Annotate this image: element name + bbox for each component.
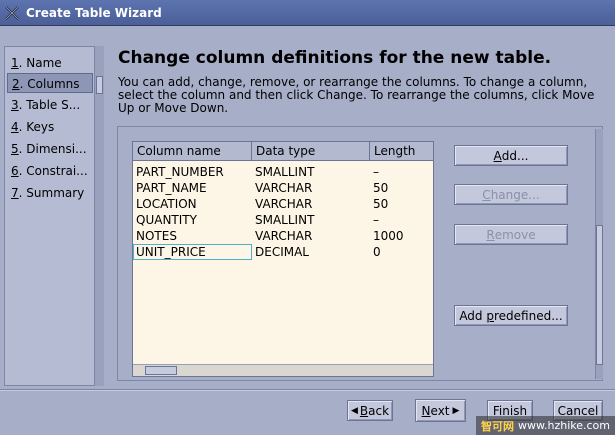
cell-data-type: VARCHAR <box>255 181 313 195</box>
cell-data-type: VARCHAR <box>255 197 313 211</box>
cell-data-type: DECIMAL <box>255 245 309 259</box>
cell-column-name: PART_NAME <box>136 181 207 195</box>
back-button[interactable]: ◀ Back <box>347 400 393 421</box>
column-header-name[interactable]: Column name <box>133 142 252 161</box>
table-header: Column name Data type Length <box>133 142 433 161</box>
page-description: You can add, change, remove, or rearrang… <box>118 75 595 115</box>
table-row[interactable]: QUANTITY SMALLINT – <box>133 212 433 228</box>
step-constraints[interactable]: 6. Constrai... <box>7 161 93 181</box>
table-row-selected[interactable]: UNIT_PRICE DECIMAL 0 <box>133 244 433 260</box>
cell-column-name: LOCATION <box>136 197 197 211</box>
cell-data-type: SMALLINT <box>255 165 315 179</box>
change-button[interactable]: Change... <box>454 184 568 205</box>
wizard-icon <box>4 5 20 21</box>
main-panel: Change column definitions for the new ta… <box>106 40 611 387</box>
add-button[interactable]: Add... <box>454 145 568 166</box>
cell-data-type: VARCHAR <box>255 229 313 243</box>
nav-scrollbar[interactable] <box>94 46 104 386</box>
step-dimensions[interactable]: 5. Dimensi... <box>7 139 93 159</box>
title-bar: Create Table Wizard <box>0 0 615 26</box>
cell-column-name: QUANTITY <box>136 213 197 227</box>
columns-table[interactable]: Column name Data type Length PART_NUMBER… <box>132 141 434 377</box>
table-scrollbar-thumb[interactable] <box>145 366 177 375</box>
window-title: Create Table Wizard <box>26 5 162 20</box>
footer-separator <box>0 389 615 391</box>
step-name[interactable]: 1. Name <box>7 53 93 73</box>
table-row[interactable]: PART_NUMBER SMALLINT – <box>133 164 433 180</box>
table-row[interactable]: PART_NAME VARCHAR 50 <box>133 180 433 196</box>
column-header-type[interactable]: Data type <box>252 142 370 161</box>
step-keys[interactable]: 4. Keys <box>7 117 93 137</box>
step-table-space[interactable]: 3. Table S... <box>7 95 93 115</box>
cell-length: 0 <box>373 245 381 259</box>
columns-frame: Column name Data type Length PART_NUMBER… <box>117 126 603 381</box>
arrow-left-icon: ◀ <box>350 405 358 416</box>
table-horizontal-scrollbar[interactable] <box>133 364 433 376</box>
step-summary[interactable]: 7. Summary <box>7 183 93 203</box>
table-row[interactable]: NOTES VARCHAR 1000 <box>133 228 433 244</box>
table-body: PART_NUMBER SMALLINT – PART_NAME VARCHAR… <box>133 164 433 260</box>
frame-scrollbar-thumb[interactable] <box>596 225 603 365</box>
cell-column-name-selected[interactable]: UNIT_PRICE <box>133 244 252 260</box>
cell-data-type: SMALLINT <box>255 213 315 227</box>
cell-length: 50 <box>373 181 389 195</box>
arrow-right-icon: ▶ <box>452 405 460 416</box>
add-predefined-button[interactable]: Add p redefined... <box>454 305 568 326</box>
site-watermark: 智可网 www.hzhike.com <box>476 416 615 435</box>
remove-button[interactable]: Remove <box>454 224 568 245</box>
next-button[interactable]: Next ▶ <box>415 399 466 422</box>
step-columns[interactable]: 2. Columns <box>7 73 93 93</box>
cell-column-name: NOTES <box>136 229 177 243</box>
frame-vertical-scrollbar[interactable] <box>595 129 603 379</box>
cell-length: 1000 <box>373 229 404 243</box>
table-row[interactable]: LOCATION VARCHAR 50 <box>133 196 433 212</box>
cell-length: 50 <box>373 197 389 211</box>
cell-length: – <box>373 213 379 227</box>
cell-column-name: PART_NUMBER <box>136 165 224 179</box>
wizard-steps: 1. Name 2. Columns 3. Table S... 4. Keys… <box>4 46 96 386</box>
column-header-length[interactable]: Length <box>370 142 433 161</box>
cell-length: – <box>373 165 379 179</box>
page-title: Change column definitions for the new ta… <box>118 48 552 68</box>
nav-scrollbar-thumb[interactable] <box>96 76 103 94</box>
